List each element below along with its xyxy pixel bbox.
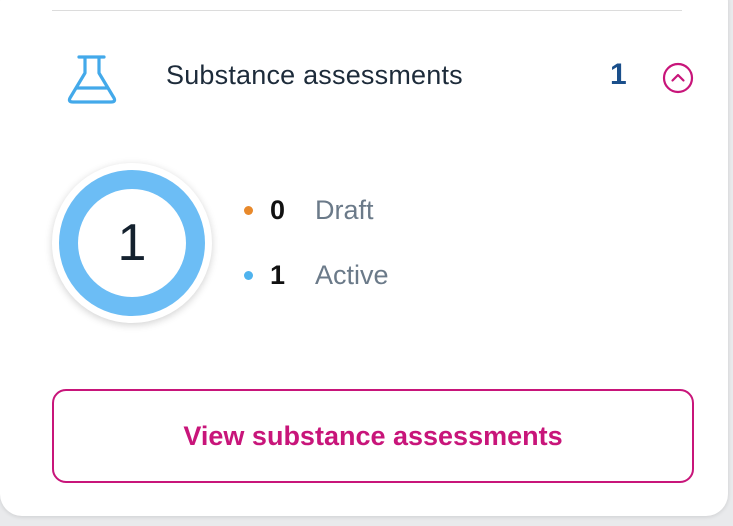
active-label: Active [315, 260, 389, 290]
active-count: 1 [270, 260, 286, 290]
divider [52, 10, 682, 11]
section-count: 1 [610, 58, 627, 91]
donut-hole: 1 [78, 189, 186, 297]
section-header[interactable]: Substance assessments 1 [0, 40, 733, 116]
view-substance-assessments-button[interactable]: View substance assessments [52, 389, 694, 483]
draft-count: 0 [270, 195, 286, 225]
draft-dot [244, 206, 253, 215]
section-title: Substance assessments [166, 60, 463, 90]
draft-label: Draft [315, 195, 374, 225]
total-donut: 1 [52, 163, 212, 323]
total-count: 1 [117, 214, 147, 272]
legend-item-draft: 0 Draft [244, 191, 544, 231]
flask-icon [67, 55, 117, 104]
active-dot [244, 271, 253, 280]
chevron-up-circle-icon[interactable] [662, 62, 694, 94]
legend-item-active: 1 Active [244, 256, 544, 296]
donut-track: 1 [59, 170, 205, 316]
